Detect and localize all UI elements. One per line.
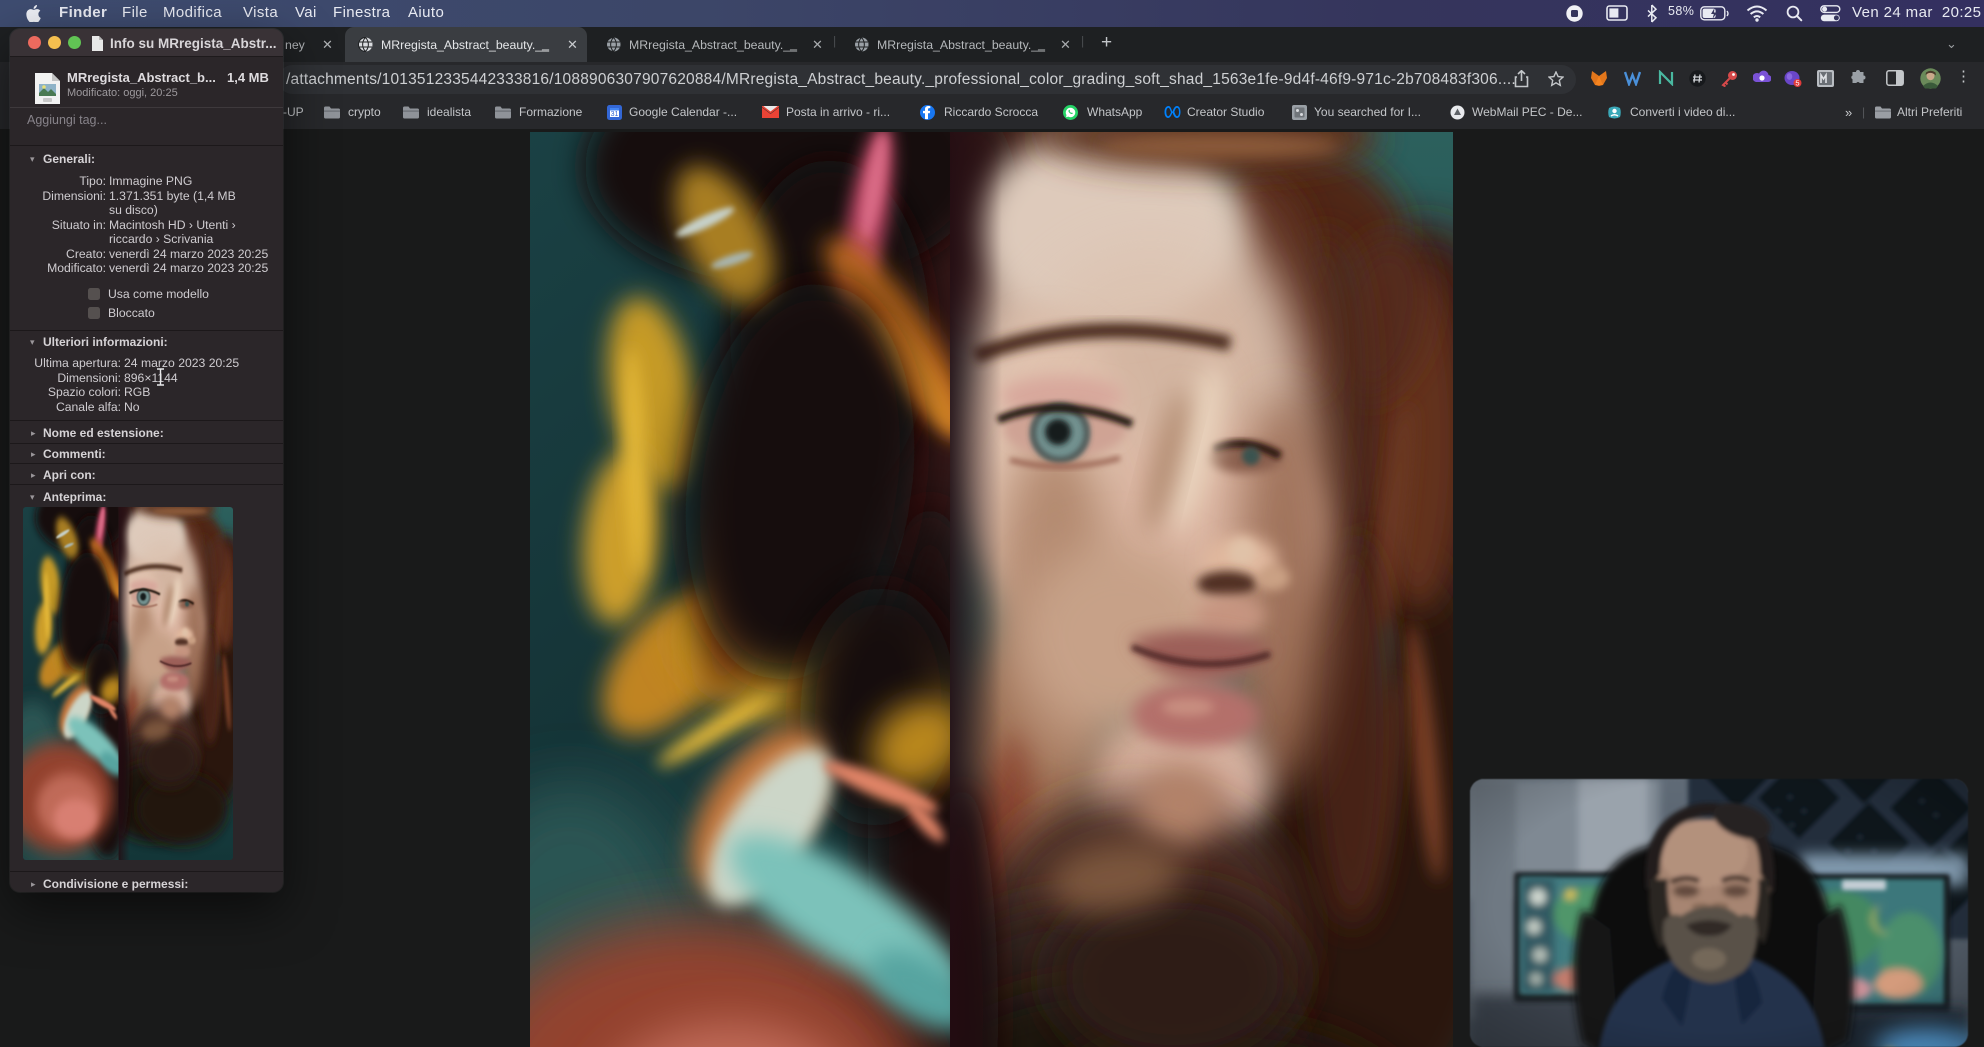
svg-text:5: 5: [1795, 79, 1799, 88]
svg-text:31: 31: [611, 111, 619, 118]
